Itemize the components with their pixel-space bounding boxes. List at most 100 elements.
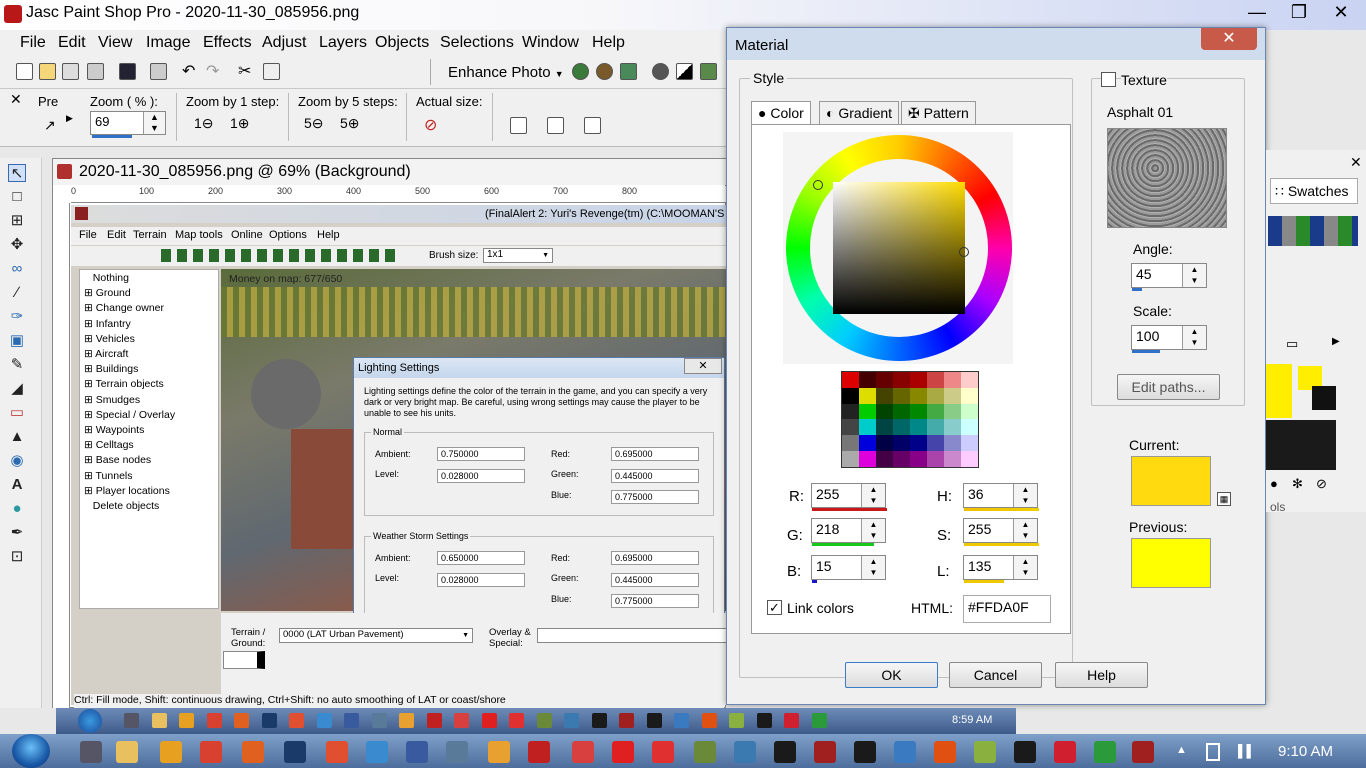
basic-swatch[interactable] bbox=[893, 403, 910, 420]
fa-terrain-select[interactable]: 0000 (LAT Urban Pavement) ▼ bbox=[279, 628, 473, 643]
foreground-color[interactable] bbox=[1266, 364, 1292, 418]
ok-button[interactable]: OK bbox=[845, 662, 938, 688]
full-screen-icon[interactable] bbox=[584, 117, 601, 134]
chrome-icon[interactable] bbox=[200, 741, 222, 763]
storm-level-field[interactable]: 0.028000 bbox=[437, 573, 525, 587]
basic-swatch[interactable] bbox=[893, 372, 910, 388]
opera-icon[interactable] bbox=[612, 741, 634, 763]
cancel-button[interactable]: Cancel bbox=[949, 662, 1042, 688]
zoom-out-1-button[interactable]: 1⊖ bbox=[194, 115, 214, 132]
fit-image-icon[interactable] bbox=[547, 117, 564, 134]
basic-swatch[interactable] bbox=[842, 435, 859, 452]
lightroom-icon[interactable] bbox=[406, 741, 428, 763]
color-picker-icon[interactable]: ▦ bbox=[1217, 492, 1231, 506]
lighting-close-button[interactable]: ✕ bbox=[684, 358, 722, 374]
basic-swatch[interactable] bbox=[893, 435, 910, 452]
normal-ambient-field[interactable]: 0.750000 bbox=[437, 447, 525, 461]
vpn-icon[interactable] bbox=[652, 741, 674, 763]
dark-app-icon[interactable] bbox=[1014, 741, 1036, 763]
crop-icon[interactable]: ⊞ bbox=[8, 212, 26, 230]
basic-swatch[interactable] bbox=[893, 387, 910, 404]
basic-swatch[interactable] bbox=[876, 451, 893, 467]
tree-expand-icon[interactable]: ⊞ bbox=[84, 439, 96, 451]
fa-tree-item[interactable]: Nothing bbox=[84, 272, 129, 284]
restore-button[interactable]: ❐ bbox=[1278, 0, 1320, 26]
cut-icon[interactable]: ✂ bbox=[238, 63, 255, 80]
tree-expand-icon[interactable] bbox=[84, 500, 93, 512]
basic-swatch[interactable] bbox=[944, 372, 961, 388]
tree-expand-icon[interactable]: ⊞ bbox=[84, 454, 96, 466]
picture-tube-icon[interactable]: ◉ bbox=[8, 452, 26, 470]
copy-icon[interactable] bbox=[263, 63, 280, 80]
contrast-icon[interactable] bbox=[676, 63, 693, 80]
browse-icon[interactable] bbox=[62, 63, 79, 80]
background-color[interactable] bbox=[1266, 420, 1336, 470]
fa-tree-item[interactable]: ⊞ Infantry bbox=[84, 318, 131, 330]
basic-swatch[interactable] bbox=[927, 372, 944, 388]
fa-tree-item[interactable]: Delete objects bbox=[84, 500, 160, 512]
h-input[interactable]: 36 ▲ ▼ bbox=[963, 483, 1039, 511]
basic-swatch[interactable] bbox=[842, 451, 859, 467]
preset-cursor-icon[interactable]: ↗ bbox=[44, 117, 56, 134]
zoom-input[interactable]: 69 ▲ ▼ bbox=[90, 111, 166, 135]
normal-level-field[interactable]: 0.028000 bbox=[437, 469, 525, 483]
menu-image[interactable]: Image bbox=[146, 34, 190, 52]
s-input[interactable]: 255 ▲ ▼ bbox=[963, 518, 1039, 546]
hue-picker-marker[interactable] bbox=[813, 180, 823, 190]
unity-icon[interactable] bbox=[774, 741, 796, 763]
fa-brush-select[interactable]: 1x1 ▼ bbox=[483, 248, 553, 263]
fa-menu-map-tools[interactable]: Map tools bbox=[175, 229, 223, 241]
basic-swatch[interactable] bbox=[927, 435, 944, 452]
basic-swatch[interactable] bbox=[876, 372, 893, 388]
firefox-icon[interactable] bbox=[242, 741, 264, 763]
drive-icon[interactable] bbox=[80, 741, 102, 763]
dropper-icon[interactable]: ∕ bbox=[8, 284, 26, 302]
snipping-icon[interactable] bbox=[366, 741, 388, 763]
photo-fix-icon[interactable] bbox=[572, 63, 589, 80]
menu-file[interactable]: File bbox=[20, 34, 46, 52]
tree-expand-icon[interactable]: ⊞ bbox=[84, 318, 96, 330]
next-swatch-icon[interactable]: ▶ bbox=[1332, 336, 1340, 347]
game-icon[interactable] bbox=[572, 741, 594, 763]
tree-expand-icon[interactable]: ⊞ bbox=[84, 363, 96, 375]
print-icon[interactable] bbox=[150, 63, 167, 80]
basic-swatch[interactable] bbox=[859, 387, 876, 404]
redo-icon[interactable]: ↷ bbox=[206, 63, 223, 80]
basic-swatch[interactable] bbox=[944, 435, 961, 452]
fa-tree-item[interactable]: ⊞ Vehicles bbox=[84, 333, 135, 345]
tree-expand-icon[interactable]: ⊞ bbox=[84, 485, 96, 497]
style-texture-icon[interactable]: ✻ bbox=[1292, 476, 1303, 492]
basic-swatch[interactable] bbox=[961, 451, 978, 467]
angle-spinner[interactable]: ▲ ▼ bbox=[1182, 264, 1206, 287]
tab-color[interactable]: ● Color bbox=[751, 101, 811, 125]
tab-gradient[interactable]: ◐ Gradient bbox=[819, 101, 900, 125]
basic-swatch[interactable] bbox=[842, 403, 859, 420]
previous-color-swatch[interactable] bbox=[1131, 538, 1211, 588]
s-spinner[interactable]: ▲ ▼ bbox=[1013, 519, 1037, 542]
pan-arrow-icon[interactable]: ↖ bbox=[8, 164, 26, 182]
pen-icon[interactable] bbox=[694, 741, 716, 763]
fa-tree-item[interactable]: ⊞ Celltags bbox=[84, 439, 134, 451]
style-solid-icon[interactable]: ● bbox=[1270, 476, 1278, 491]
sl-picker-marker[interactable] bbox=[959, 247, 969, 257]
basic-swatch[interactable] bbox=[910, 403, 927, 420]
basic-swatch[interactable] bbox=[944, 451, 961, 467]
basic-swatch[interactable] bbox=[859, 403, 876, 420]
selection-icon[interactable]: □ bbox=[8, 188, 26, 206]
tree-expand-icon[interactable]: ⊞ bbox=[84, 470, 96, 482]
fa-tree-item[interactable]: ⊞ Change owner bbox=[84, 302, 164, 314]
fit-window-icon[interactable] bbox=[510, 117, 527, 134]
r-input[interactable]: 255 ▲ ▼ bbox=[811, 483, 887, 511]
minimize-button[interactable]: — bbox=[1236, 0, 1278, 26]
zoom-spinner[interactable]: ▲ ▼ bbox=[143, 112, 165, 134]
photo-landscape-icon[interactable] bbox=[620, 63, 637, 80]
menu-adjust[interactable]: Adjust bbox=[262, 34, 306, 52]
tree-expand-icon[interactable]: ⊞ bbox=[84, 378, 96, 390]
fa-menu-options[interactable]: Options bbox=[269, 229, 307, 241]
basic-swatch[interactable] bbox=[842, 387, 859, 404]
menu-view[interactable]: View bbox=[98, 34, 132, 52]
fa-overlay-select[interactable] bbox=[537, 628, 727, 643]
color-balance-icon[interactable] bbox=[596, 63, 613, 80]
file-explorer-icon[interactable] bbox=[116, 741, 138, 763]
flood-fill-icon[interactable]: ▲ bbox=[8, 428, 26, 446]
